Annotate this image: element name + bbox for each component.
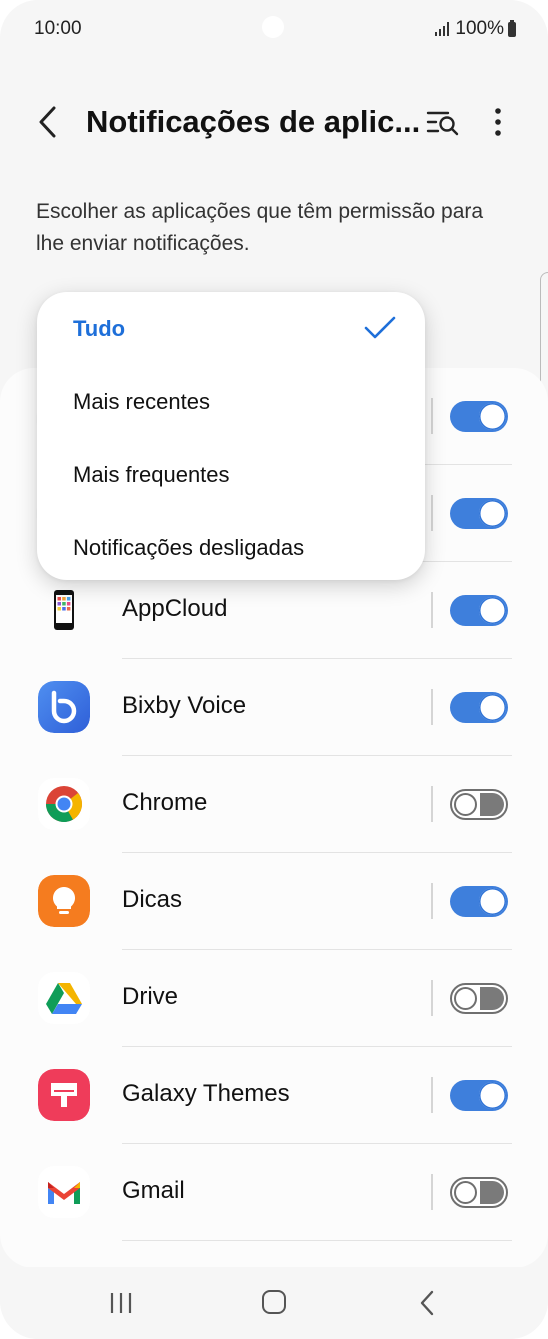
row-separator — [431, 1174, 433, 1210]
row-separator — [431, 786, 433, 822]
recent-apps-icon[interactable] — [109, 1291, 133, 1315]
list-item-galaxy-themes[interactable]: Galaxy Themes — [0, 1047, 548, 1144]
more-options-icon[interactable] — [484, 102, 512, 144]
row-separator — [431, 592, 433, 628]
filter-dropdown-menu: Tudo Mais recentes Mais frequentes Notif… — [37, 292, 425, 580]
home-icon[interactable] — [262, 1290, 286, 1314]
app-name: Gmail — [122, 1177, 185, 1204]
nav-back-icon[interactable] — [418, 1289, 436, 1317]
chrome-icon — [38, 778, 90, 830]
toggle-knob — [479, 597, 506, 624]
toggle-knob — [479, 694, 506, 721]
notification-toggle[interactable] — [450, 886, 508, 917]
google-drive-icon — [38, 972, 90, 1024]
battery-percent: 100% — [455, 18, 504, 39]
bixby-voice-icon — [38, 681, 90, 733]
notification-toggle[interactable] — [450, 1080, 508, 1111]
notification-toggle[interactable] — [450, 983, 508, 1014]
app-name: Chrome — [122, 789, 208, 816]
row-separator — [431, 1077, 433, 1113]
page-title: Notificações de aplic... — [86, 104, 421, 139]
galaxy-themes-icon — [38, 1069, 90, 1121]
row-separator — [431, 689, 433, 725]
list-item-gmail[interactable]: Gmail — [0, 1144, 548, 1241]
gmail-icon — [38, 1166, 90, 1218]
search-list-icon[interactable] — [424, 106, 462, 140]
status-time: 10:00 — [34, 18, 82, 39]
row-divider — [122, 1239, 512, 1241]
toggle-knob — [479, 888, 506, 915]
app-name: AppCloud — [122, 595, 228, 622]
row-separator — [431, 883, 433, 919]
toggle-knob — [454, 793, 477, 816]
notification-toggle[interactable] — [450, 595, 508, 626]
toggle-knob — [479, 403, 506, 430]
status-right: 100% — [435, 18, 516, 40]
filter-option-notificacoes-desligadas[interactable]: Notificações desligadas — [73, 535, 304, 561]
notification-toggle[interactable] — [450, 498, 508, 529]
filter-option-tudo[interactable]: Tudo — [73, 316, 125, 342]
page-description: Escolher as aplicações que têm permissão… — [36, 200, 484, 255]
row-separator — [431, 398, 433, 434]
toggle-knob — [454, 1181, 477, 1204]
navigation-bar — [0, 1267, 548, 1339]
notification-toggle[interactable] — [450, 401, 508, 432]
app-name: Drive — [122, 983, 179, 1010]
notification-toggle[interactable] — [450, 789, 508, 820]
toggle-knob — [454, 987, 477, 1010]
phone-screen: 10:00 100% Notificações de aplic... Esco… — [0, 0, 548, 1339]
app-name: Bixby Voice — [122, 692, 247, 719]
list-item-drive[interactable]: Drive — [0, 950, 548, 1047]
battery-icon — [508, 19, 516, 37]
row-separator — [431, 980, 433, 1016]
back-arrow-icon[interactable] — [30, 102, 66, 142]
list-item-dicas[interactable]: Dicas — [0, 853, 548, 950]
app-name: Dicas — [122, 886, 183, 913]
filter-option-mais-recentes[interactable]: Mais recentes — [73, 389, 210, 415]
filter-option-mais-frequentes[interactable]: Mais frequentes — [73, 462, 230, 488]
checkmark-icon — [364, 316, 396, 339]
status-bar: 10:00 100% — [0, 0, 548, 58]
toggle-knob — [479, 1082, 506, 1109]
appcloud-icon — [38, 584, 90, 636]
app-name: Galaxy Themes — [122, 1080, 290, 1107]
list-item-chrome[interactable]: Chrome — [0, 756, 548, 853]
list-item-bixby-voice[interactable]: Bixby Voice — [0, 659, 548, 756]
notification-toggle[interactable] — [450, 1177, 508, 1208]
row-separator — [431, 495, 433, 531]
app-bar: Notificações de aplic... — [0, 90, 548, 154]
front-camera — [262, 16, 284, 38]
toggle-knob — [479, 500, 506, 527]
signal-icon — [435, 22, 450, 36]
notification-toggle[interactable] — [450, 692, 508, 723]
dicas-lightbulb-icon — [38, 875, 90, 927]
